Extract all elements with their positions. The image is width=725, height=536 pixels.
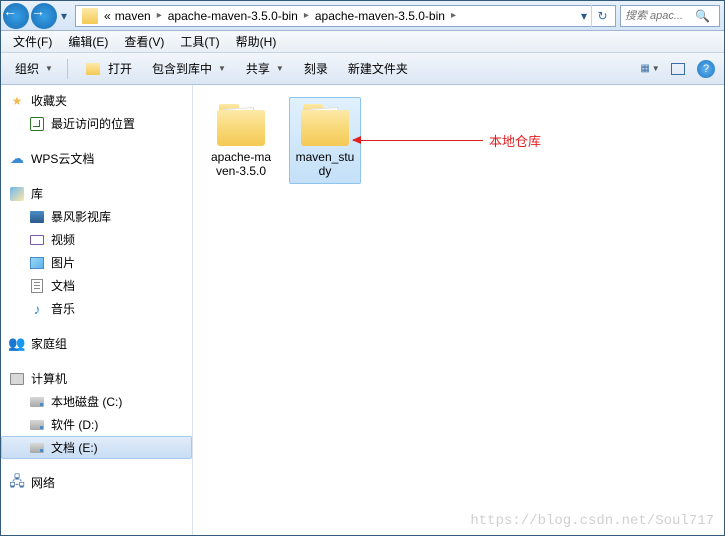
content-pane[interactable]: apache-maven-3.5.0 maven_study 本地仓库 http… — [193, 85, 724, 535]
folder-label: apache-maven-3.5.0 — [210, 150, 272, 179]
search-icon: 🔍 — [695, 9, 710, 23]
chevron-right-icon: ▸ — [300, 10, 313, 21]
sidebar-item-recent[interactable]: 最近访问的位置 — [1, 112, 192, 135]
share-button[interactable]: 共享▼ — [238, 57, 292, 80]
burn-button[interactable]: 刻录 — [296, 57, 336, 80]
wps-group: ☁ WPS云文档 — [1, 147, 192, 170]
sidebar-item-homegroup[interactable]: 👥 家庭组 — [1, 332, 192, 355]
search-box[interactable]: 🔍 — [620, 5, 720, 27]
navigation-pane: ★ 收藏夹 最近访问的位置 ☁ WPS云文档 库 暴风影视库 视频 图片 文档 … — [1, 85, 193, 535]
favorites-header[interactable]: ★ 收藏夹 — [1, 89, 192, 112]
new-folder-button[interactable]: 新建文件夹 — [340, 57, 416, 80]
storm-icon — [29, 209, 45, 225]
libraries-header[interactable]: 库 — [1, 182, 192, 205]
separator — [67, 59, 68, 79]
sidebar-item-network[interactable]: 🖧 网络 — [1, 471, 192, 494]
help-button[interactable]: ? — [694, 57, 718, 81]
chevron-down-icon: ▼ — [276, 64, 284, 73]
history-dropdown[interactable]: ▾ — [57, 9, 71, 23]
network-icon: 🖧 — [9, 475, 25, 491]
menu-tools[interactable]: 工具(T) — [172, 31, 227, 52]
chevron-down-icon: ▼ — [218, 64, 226, 73]
forward-button[interactable]: → — [31, 3, 57, 29]
folder-item[interactable]: apache-maven-3.5.0 — [205, 97, 277, 184]
homegroup-icon: 👥 — [9, 336, 25, 352]
libraries-group: 库 暴风影视库 视频 图片 文档 ♪音乐 — [1, 182, 192, 320]
chevron-down-icon: ▼ — [652, 64, 660, 73]
favorites-group: ★ 收藏夹 最近访问的位置 — [1, 89, 192, 135]
sidebar-item-pictures[interactable]: 图片 — [1, 251, 192, 274]
view-options-button[interactable]: ▦▼ — [638, 57, 662, 81]
help-icon: ? — [697, 60, 715, 78]
folder-icon — [299, 102, 351, 146]
preview-icon — [671, 63, 685, 75]
sidebar-item-video[interactable]: 视频 — [1, 228, 192, 251]
disk-icon — [29, 394, 45, 410]
view-icon: ▦ — [640, 63, 649, 74]
breadcrumb-item[interactable]: apache-maven-3.5.0-bin — [313, 9, 447, 23]
include-library-button[interactable]: 包含到库中▼ — [144, 57, 234, 80]
menu-help[interactable]: 帮助(H) — [228, 31, 285, 52]
navigation-bar: ← → ▾ « maven ▸ apache-maven-3.5.0-bin ▸… — [1, 1, 724, 31]
chevron-down-icon: ▼ — [45, 64, 53, 73]
breadcrumb-prefix: « — [102, 9, 113, 23]
menu-edit[interactable]: 编辑(E) — [60, 31, 116, 52]
open-button[interactable]: 打开 — [74, 57, 140, 80]
computer-group: 计算机 本地磁盘 (C:) 软件 (D:) 文档 (E:) — [1, 367, 192, 459]
annotation: 本地仓库 — [353, 131, 541, 150]
folder-item[interactable]: maven_study — [289, 97, 361, 184]
music-icon: ♪ — [29, 301, 45, 317]
cloud-icon: ☁ — [9, 151, 25, 167]
refresh-button[interactable]: ↻ — [591, 5, 613, 27]
sidebar-item-documents[interactable]: 文档 — [1, 274, 192, 297]
library-icon — [9, 186, 25, 202]
chevron-right-icon: ▸ — [153, 10, 166, 21]
folder-label: maven_study — [294, 150, 356, 179]
path-dropdown[interactable]: ▾ — [577, 9, 591, 23]
arrow-icon — [353, 140, 483, 141]
organize-button[interactable]: 组织▼ — [7, 57, 61, 80]
folder-icon — [215, 102, 267, 146]
menu-view[interactable]: 查看(V) — [116, 31, 172, 52]
disk-icon — [29, 440, 45, 456]
sidebar-item-music[interactable]: ♪音乐 — [1, 297, 192, 320]
folder-icon — [82, 8, 98, 24]
main-area: ★ 收藏夹 最近访问的位置 ☁ WPS云文档 库 暴风影视库 视频 图片 文档 … — [1, 85, 724, 535]
menu-file[interactable]: 文件(F) — [5, 31, 60, 52]
toolbar: 组织▼ 打开 包含到库中▼ 共享▼ 刻录 新建文件夹 ▦▼ ? — [1, 53, 724, 85]
folder-open-icon — [86, 63, 100, 75]
watermark: https://blog.csdn.net/Soul717 — [470, 513, 714, 529]
chevron-right-icon: ▸ — [447, 10, 460, 21]
back-button[interactable]: ← — [3, 3, 29, 29]
computer-icon — [9, 371, 25, 387]
document-icon — [29, 278, 45, 294]
breadcrumb-item[interactable]: apache-maven-3.5.0-bin — [166, 9, 300, 23]
recent-icon — [29, 116, 45, 132]
arrow-left-icon: ← — [3, 3, 17, 19]
star-icon: ★ — [9, 93, 25, 109]
video-icon — [29, 232, 45, 248]
picture-icon — [29, 255, 45, 271]
network-group: 🖧 网络 — [1, 471, 192, 494]
search-input[interactable] — [625, 10, 695, 22]
breadcrumb[interactable]: « maven ▸ apache-maven-3.5.0-bin ▸ apach… — [75, 5, 616, 27]
sidebar-item-disk-d[interactable]: 软件 (D:) — [1, 413, 192, 436]
disk-icon — [29, 417, 45, 433]
homegroup-group: 👥 家庭组 — [1, 332, 192, 355]
preview-pane-button[interactable] — [666, 57, 690, 81]
arrow-right-icon: → — [31, 3, 45, 19]
computer-header[interactable]: 计算机 — [1, 367, 192, 390]
menu-bar: 文件(F) 编辑(E) 查看(V) 工具(T) 帮助(H) — [1, 31, 724, 53]
sidebar-item-disk-e[interactable]: 文档 (E:) — [1, 436, 192, 459]
sidebar-item-storm[interactable]: 暴风影视库 — [1, 205, 192, 228]
sidebar-item-wps[interactable]: ☁ WPS云文档 — [1, 147, 192, 170]
sidebar-item-disk-c[interactable]: 本地磁盘 (C:) — [1, 390, 192, 413]
breadcrumb-item[interactable]: maven — [113, 9, 153, 23]
annotation-text: 本地仓库 — [489, 131, 541, 150]
